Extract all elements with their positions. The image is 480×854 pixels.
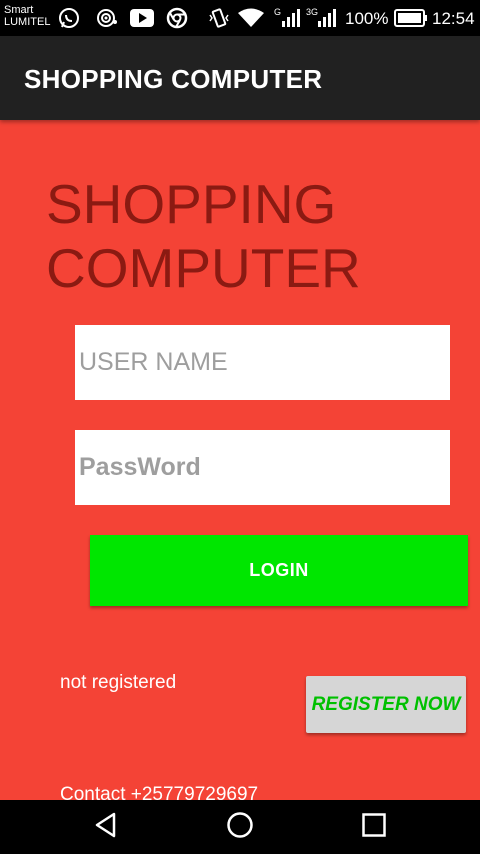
vibrate-icon: [208, 7, 230, 29]
svg-text:3G: 3G: [306, 7, 318, 17]
home-icon: [226, 811, 254, 844]
chrome-icon: [166, 7, 188, 29]
carrier-network: LUMITEL: [4, 16, 51, 28]
battery-percentage: 100%: [345, 9, 389, 28]
register-now-button[interactable]: REGISTER NOW: [306, 676, 466, 733]
carrier-name: Smart: [4, 4, 34, 16]
whatsapp-icon: [58, 7, 80, 29]
back-icon: [92, 811, 120, 844]
radio-icon: [96, 7, 118, 29]
recents-button[interactable]: [356, 810, 392, 844]
password-input[interactable]: [75, 430, 450, 505]
app-bar: SHOPPING COMPUTER: [0, 36, 480, 120]
wifi-icon: [238, 7, 264, 29]
not-registered-label: not registered: [60, 672, 177, 693]
home-button[interactable]: [222, 810, 258, 844]
hero-title: SHOPPING COMPUTER: [46, 173, 361, 299]
svg-text:G: G: [274, 7, 281, 17]
recents-icon: [360, 811, 388, 844]
app-title: SHOPPING COMPUTER: [24, 64, 323, 94]
signal-3g-icon: 3G: [306, 7, 338, 29]
navigation-bar: [0, 800, 480, 854]
signal-g-icon: G: [274, 7, 300, 29]
status-bar: Smart LUMITEL G 3G 100% 12:54: [0, 0, 480, 36]
battery-icon: [394, 7, 428, 29]
login-button[interactable]: LOGIN: [90, 535, 468, 606]
back-button[interactable]: [88, 810, 124, 844]
carrier-label: Smart LUMITEL: [4, 4, 50, 28]
username-input[interactable]: [75, 325, 450, 400]
youtube-icon: [130, 7, 154, 29]
clock: 12:54: [432, 9, 475, 28]
